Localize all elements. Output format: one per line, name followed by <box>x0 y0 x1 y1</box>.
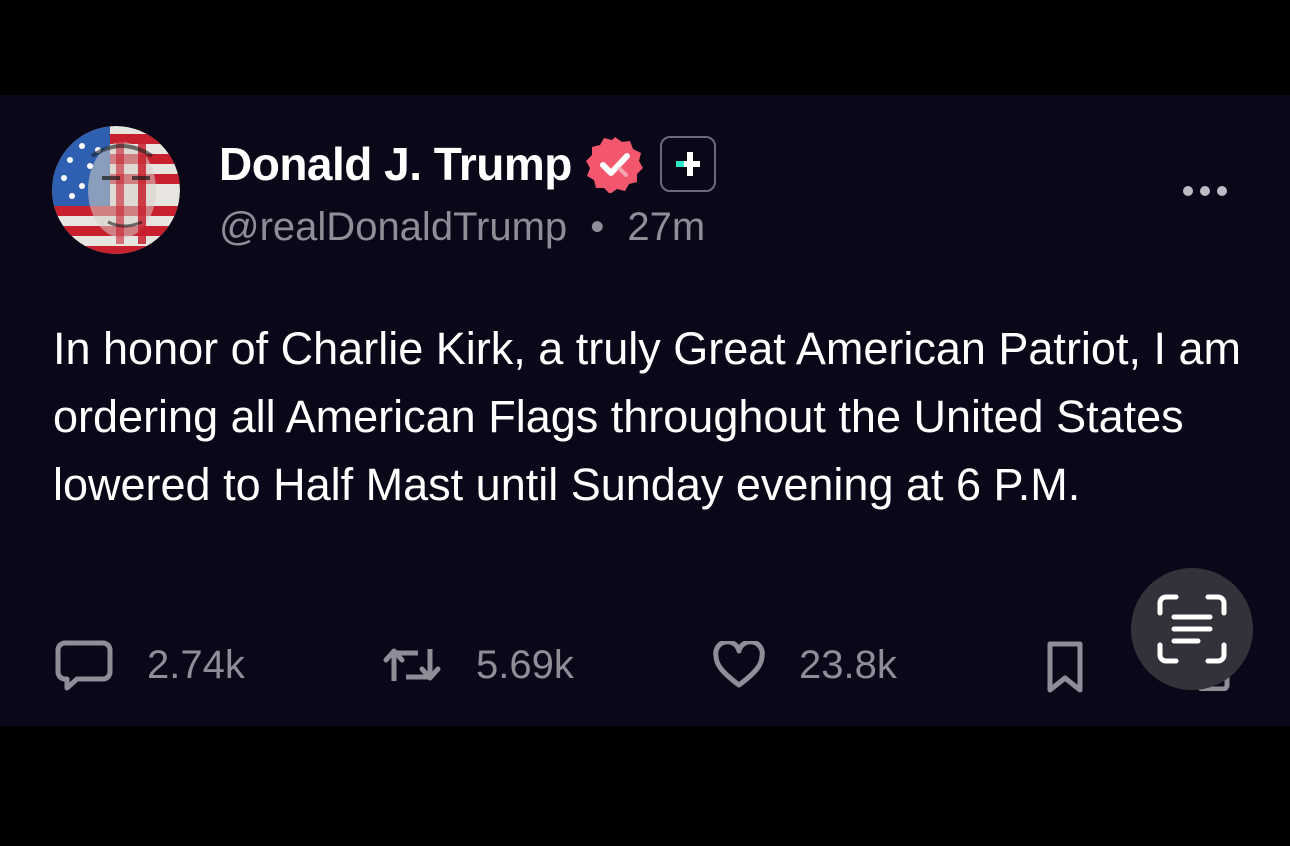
text-scan-button[interactable] <box>1131 568 1253 690</box>
author-meta: @realDonaldTrump • 27m <box>219 205 705 250</box>
text-scan-icon <box>1157 594 1227 664</box>
repost-button[interactable]: 5.69k <box>382 635 574 695</box>
like-button[interactable]: 23.8k <box>713 635 897 695</box>
repost-count: 5.69k <box>476 642 574 687</box>
reply-button[interactable]: 2.74k <box>55 635 245 695</box>
avatar[interactable] <box>52 126 180 254</box>
bookmark-icon <box>1047 641 1083 693</box>
bookmark-button[interactable] <box>1045 637 1085 697</box>
post-card[interactable]: Donald J. Trump @realDonaldTrump • 27m I… <box>0 95 1290 726</box>
meta-separator: • <box>590 205 605 249</box>
repost-arrows-icon <box>383 648 441 681</box>
author-row: Donald J. Trump <box>219 133 716 195</box>
like-count: 23.8k <box>799 642 897 687</box>
author-display-name[interactable]: Donald J. Trump <box>219 137 572 191</box>
more-options-icon[interactable] <box>1180 181 1230 201</box>
plus-badge-icon[interactable] <box>659 136 716 192</box>
verified-badge-icon <box>585 135 644 194</box>
author-handle[interactable]: @realDonaldTrump <box>219 205 567 249</box>
action-bar: 2.74k 5.69k 23.8k <box>0 635 1290 695</box>
comment-bubble-icon <box>55 640 113 691</box>
reply-count: 2.74k <box>147 642 245 687</box>
post-time: 27m <box>627 205 706 249</box>
heart-icon <box>713 641 765 688</box>
post-body: In honor of Charlie Kirk, a truly Great … <box>53 323 1241 510</box>
